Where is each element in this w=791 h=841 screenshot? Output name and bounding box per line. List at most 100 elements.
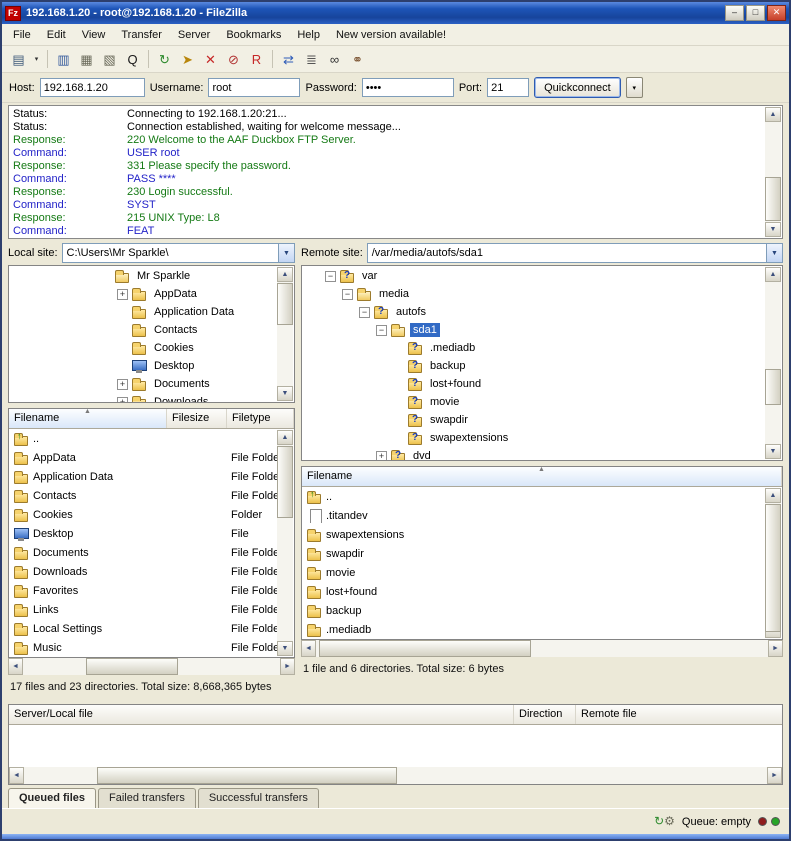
minimize-button[interactable]: – [725, 5, 744, 21]
local-column-header-filename[interactable]: Filename▲ [9, 409, 167, 428]
local-file-row[interactable]: LinksFile Folder [9, 600, 277, 619]
cancel-button[interactable]: ✕ [199, 48, 222, 71]
menu-view[interactable]: View [74, 26, 114, 44]
menu-transfer[interactable]: Transfer [113, 26, 170, 44]
directory-comparison-button[interactable]: ≣ [300, 48, 323, 71]
host-input[interactable] [40, 78, 145, 97]
remote-file-row[interactable]: swapdir [302, 544, 765, 563]
local-file-row[interactable]: FavoritesFile Folder [9, 581, 277, 600]
activity-icon[interactable]: ↻ [654, 814, 664, 828]
tab-queued-files[interactable]: Queued files [8, 788, 96, 808]
local-list-scrollbar[interactable] [277, 430, 293, 656]
remote-tree-item[interactable]: −?autofs [302, 303, 764, 321]
remote-column-header-filename[interactable]: Filename▲ [302, 467, 782, 486]
quickconnect-button[interactable]: Quickconnect [534, 77, 621, 98]
remote-file-row[interactable]: lost+found [302, 582, 765, 601]
settings-icon[interactable]: ⚙ [664, 814, 675, 828]
toggle-local-tree-button[interactable]: ▦ [75, 48, 98, 71]
tree-expander-icon[interactable]: + [117, 397, 128, 404]
local-file-row[interactable]: MusicFile Folder [9, 638, 277, 657]
search-button[interactable]: ⚭ [346, 48, 369, 71]
username-input[interactable] [208, 78, 300, 97]
tab-successful-transfers[interactable]: Successful transfers [198, 788, 319, 808]
local-tree-item[interactable]: Application Data [9, 303, 276, 321]
scrollbar-thumb[interactable] [97, 767, 397, 784]
scroll-down-icon[interactable] [765, 444, 781, 459]
site-manager-dropdown[interactable] [30, 48, 43, 71]
maximize-button[interactable]: □ [746, 5, 765, 21]
scroll-up-icon[interactable] [277, 267, 293, 282]
scroll-up-icon[interactable] [765, 488, 781, 503]
local-tree-item[interactable]: Mr Sparkle [9, 267, 276, 285]
remote-list-hscrollbar[interactable] [301, 640, 783, 657]
remote-file-row[interactable]: .titandev [302, 506, 765, 525]
local-tree-item[interactable]: Desktop [9, 357, 276, 375]
remote-tree-item[interactable]: ?movie [302, 393, 764, 411]
scroll-right-icon[interactable] [767, 767, 782, 784]
scroll-up-icon[interactable] [765, 267, 781, 282]
message-log-scrollbar[interactable] [765, 107, 781, 237]
remote-tree-item[interactable]: ?swapdir [302, 411, 764, 429]
remote-tree-item[interactable]: −media [302, 285, 764, 303]
scroll-up-icon[interactable] [765, 107, 781, 122]
scrollbar-thumb[interactable] [765, 504, 781, 632]
tree-expander-icon[interactable]: + [117, 379, 128, 390]
queue-hscrollbar[interactable] [9, 767, 782, 784]
remote-list-scrollbar[interactable] [765, 488, 781, 638]
scroll-down-icon[interactable] [765, 222, 781, 237]
tab-failed-transfers[interactable]: Failed transfers [98, 788, 196, 808]
scroll-up-icon[interactable] [277, 430, 293, 445]
title-bar[interactable]: Fz 192.168.1.20 - root@192.168.1.20 - Fi… [2, 2, 789, 24]
local-tree-item[interactable]: +AppData [9, 285, 276, 303]
synchronized-browsing-button[interactable]: ⇄ [277, 48, 300, 71]
chevron-down-icon[interactable] [278, 244, 294, 262]
remote-tree-item[interactable]: ?swapextensions [302, 429, 764, 447]
scrollbar-thumb[interactable] [277, 446, 293, 518]
scrollbar-thumb[interactable] [86, 658, 178, 675]
password-input[interactable] [362, 78, 454, 97]
process-queue-button[interactable]: ➤ [176, 48, 199, 71]
tree-expander-icon[interactable]: − [342, 289, 353, 300]
quickconnect-dropdown[interactable] [626, 77, 643, 98]
local-column-header-filetype[interactable]: Filetype [227, 409, 294, 428]
local-file-row[interactable]: Local SettingsFile Folder [9, 619, 277, 638]
toggle-remote-tree-button[interactable]: ▧ [98, 48, 121, 71]
remote-tree-item[interactable]: ?.mediadb [302, 339, 764, 357]
local-file-row[interactable]: DownloadsFile Folder [9, 562, 277, 581]
remote-tree-scrollbar[interactable] [765, 267, 781, 459]
toggle-message-log-button[interactable]: ▥ [52, 48, 75, 71]
scroll-left-icon[interactable] [8, 658, 23, 675]
disconnect-button[interactable]: ⊘ [222, 48, 245, 71]
menu-server[interactable]: Server [170, 26, 218, 44]
remote-tree-item[interactable]: +?dvd [302, 447, 764, 461]
local-file-row[interactable]: AppDataFile Folder [9, 448, 277, 467]
remote-file-row[interactable]: .mediadb [302, 620, 765, 639]
remote-tree-item[interactable]: ?backup [302, 357, 764, 375]
menu-new-version-available[interactable]: New version available! [328, 26, 454, 44]
scroll-left-icon[interactable] [9, 767, 24, 784]
remote-file-row[interactable]: backup [302, 601, 765, 620]
queue-column-header-server-local-file[interactable]: Server/Local file [9, 705, 514, 724]
local-file-row[interactable]: Application DataFile Folder [9, 467, 277, 486]
tree-expander-icon[interactable]: − [376, 325, 387, 336]
tree-expander-icon[interactable]: − [359, 307, 370, 318]
local-file-row[interactable]: ContactsFile Folder [9, 486, 277, 505]
menu-edit[interactable]: Edit [39, 26, 74, 44]
remote-tree-item[interactable]: −sda1 [302, 321, 764, 339]
site-manager-button[interactable]: ▤ [7, 48, 30, 71]
local-list-hscrollbar[interactable] [8, 658, 295, 675]
local-file-row[interactable]: CookiesFolder [9, 505, 277, 524]
scroll-right-icon[interactable] [768, 640, 783, 657]
scrollbar-thumb[interactable] [277, 283, 293, 325]
remote-file-row[interactable]: movie [302, 563, 765, 582]
remote-tree-item[interactable]: −?var [302, 267, 764, 285]
local-tree-scrollbar[interactable] [277, 267, 293, 401]
scroll-right-icon[interactable] [280, 658, 295, 675]
filter-button[interactable]: ∞ [323, 48, 346, 71]
local-site-combo[interactable]: C:\Users\Mr Sparkle\ [62, 243, 295, 263]
tree-expander-icon[interactable]: + [376, 451, 387, 462]
scrollbar-thumb[interactable] [765, 177, 781, 221]
chevron-down-icon[interactable] [766, 244, 782, 262]
remote-file-row[interactable]: ↑.. [302, 487, 765, 506]
toggle-queue-button[interactable]: Q [121, 48, 144, 71]
